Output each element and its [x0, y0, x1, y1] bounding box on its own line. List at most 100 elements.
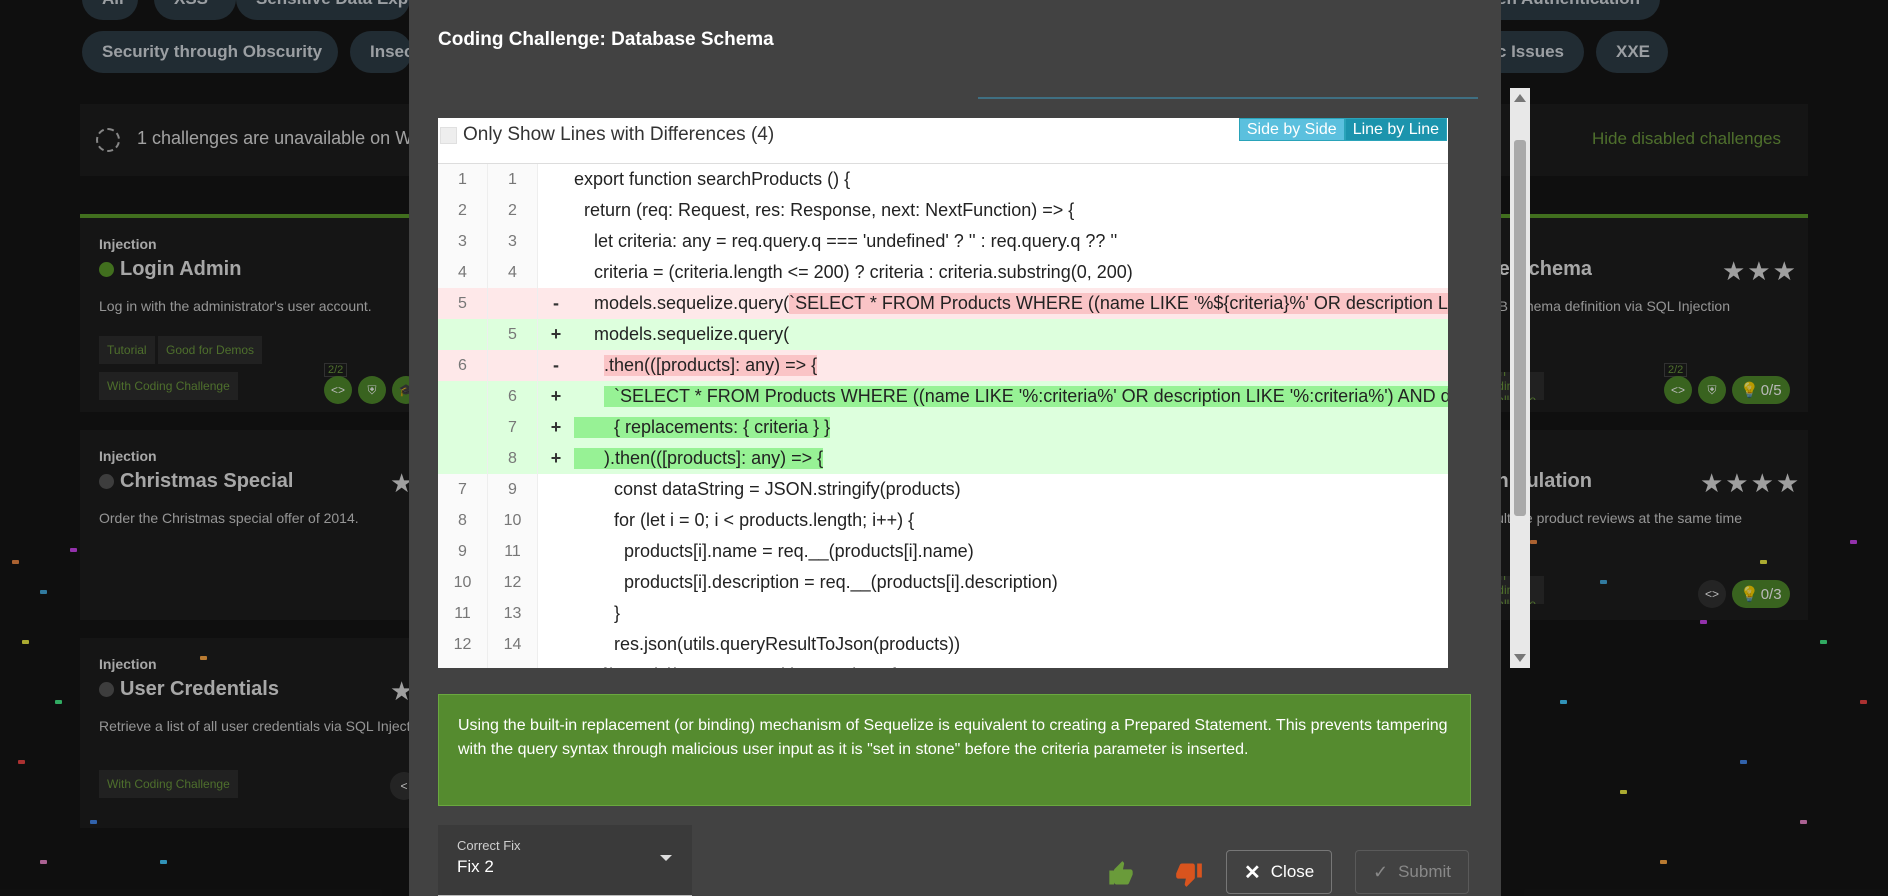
code-line: `SELECT * FROM Products WHERE ((name LIK…	[574, 381, 1448, 412]
code-line: ).then(([products]: any) => {	[574, 443, 1448, 474]
old-line-number: 11	[438, 598, 488, 629]
line-by-line-button[interactable]: Line by Line	[1344, 118, 1447, 141]
code-diff-viewer: Only Show Lines with Differences (4) Sid…	[438, 118, 1448, 668]
dialog-scroll-area[interactable]: Only Show Lines with Differences (4) Sid…	[438, 88, 1530, 668]
old-line-number: 2	[438, 195, 488, 226]
diff-row-inserted: 7 + { replacements: { criteria } }	[438, 412, 1448, 443]
diff-row: 12 14 res.json(utils.queryResultToJson(pr…	[438, 629, 1448, 660]
diff-row-deleted: 5 - models.sequelize.query(`SELECT * FROM…	[438, 288, 1448, 319]
old-line-number: 8	[438, 505, 488, 536]
code-changed-segment: `SELECT * FROM Products WHERE ((name LIK…	[604, 386, 1448, 407]
code-text: export function searchProducts () {	[574, 169, 851, 189]
code-line: criteria = (criteria.length <= 200) ? cr…	[574, 257, 1448, 288]
only-differences-checkbox[interactable]	[440, 127, 457, 144]
code-text: res.json(utils.queryResultToJson(product…	[614, 634, 961, 654]
new-line-number: 15	[488, 660, 538, 668]
old-line-number: 12	[438, 629, 488, 660]
code-line: .then(([products]: any) => {	[574, 350, 1448, 381]
old-line-number	[438, 381, 488, 412]
new-line-number: 2	[488, 195, 538, 226]
scroll-up-arrow-icon[interactable]	[1510, 90, 1530, 106]
diff-operator: +	[550, 448, 562, 468]
code-line: const dataString = JSON.stringify(produc…	[574, 474, 1448, 505]
code-line: models.sequelize.query(`SELECT * FROM Pr…	[574, 288, 1448, 319]
close-button[interactable]: ✕ Close	[1226, 850, 1333, 894]
submit-button[interactable]: ✓ Submit	[1355, 850, 1470, 894]
new-line-number: 3	[488, 226, 538, 257]
new-line-number: 5	[488, 319, 538, 350]
scroll-down-arrow-icon[interactable]	[1510, 650, 1530, 666]
fix-explanation: Using the built-in replacement (or bindi…	[438, 694, 1471, 806]
diff-row: 1 1 export function searchProducts () {	[438, 164, 1448, 195]
code-text: products[i].name = req.__(products[i].na…	[624, 541, 974, 561]
code-line: }).catch((error: ErrorWithParent) => {	[574, 660, 1448, 668]
submit-label: Submit	[1398, 862, 1452, 881]
new-line-number: 6	[488, 381, 538, 412]
code-line: res.json(utils.queryResultToJson(product…	[574, 629, 1448, 660]
diff-row-inserted: 5 + models.sequelize.query(	[438, 319, 1448, 350]
diff-operator	[538, 257, 574, 288]
diff-operator	[538, 195, 574, 226]
code-line: for (let i = 0; i < products.length; i++…	[574, 505, 1448, 536]
new-line-number: 1	[488, 164, 538, 195]
code-text: }).catch((error: ErrorWithParent) => {	[604, 665, 896, 668]
scrollbar-thumb[interactable]	[1514, 140, 1526, 516]
correct-fix-select[interactable]: Correct Fix Fix 2	[438, 825, 692, 896]
code-text: let criteria: any = req.query.q === 'und…	[594, 231, 1118, 251]
diff-operator: +	[550, 417, 562, 437]
diff-row: 11 13 }	[438, 598, 1448, 629]
dialog-scrollbar[interactable]	[1510, 88, 1530, 668]
only-differences-label[interactable]: Only Show Lines with Differences (4)	[463, 124, 774, 146]
diff-row: 8 10 for (let i = 0; i < products.length;…	[438, 505, 1448, 536]
new-line-number: 14	[488, 629, 538, 660]
thumbs-down-button[interactable]	[1171, 856, 1207, 892]
code-line: }	[574, 598, 1448, 629]
coding-challenge-dialog: Coding Challenge: Database Schema Only S…	[409, 0, 1530, 896]
new-line-number: 4	[488, 257, 538, 288]
old-line-number: 1	[438, 164, 488, 195]
new-line-number: 13	[488, 598, 538, 629]
diff-operator	[538, 474, 574, 505]
diff-operator: -	[553, 355, 559, 375]
new-line-number: 12	[488, 567, 538, 598]
diff-operator	[538, 567, 574, 598]
code-text: criteria = (criteria.length <= 200) ? cr…	[594, 262, 1133, 282]
old-line-number: 3	[438, 226, 488, 257]
diff-row: 9 11 products[i].name = req.__(products[i…	[438, 536, 1448, 567]
view-mode-toggle: Side by Side Line by Line	[1238, 118, 1447, 141]
diff-row: 33 let criteria: any = req.query.q === '…	[438, 226, 1448, 257]
diff-operator	[538, 505, 574, 536]
fix-select-value: Fix 2	[457, 857, 494, 876]
diff-header: Only Show Lines with Differences (4) Sid…	[438, 118, 1448, 164]
diff-row: 79 const dataString = JSON.stringify(pro…	[438, 474, 1448, 505]
side-by-side-button[interactable]: Side by Side	[1238, 118, 1345, 141]
diff-operator	[538, 226, 574, 257]
new-line-number	[488, 288, 538, 319]
thumbs-up-button[interactable]	[1103, 856, 1139, 892]
code-text: models.sequelize.query(	[594, 324, 790, 344]
code-line: products[i].description = req.__(product…	[574, 567, 1448, 598]
diff-row: 1315 }).catch((error: ErrorWithParent) =…	[438, 660, 1448, 668]
code-text: products[i].description = req.__(product…	[624, 572, 1058, 592]
diff-rows: 1 1 export function searchProducts () {2 2 …	[438, 164, 1448, 668]
code-line: models.sequelize.query(	[574, 319, 1448, 350]
diff-row-inserted: 8 + ).then(([products]: any) => {	[438, 443, 1448, 474]
code-changed-segment: `SELECT * FROM Products WHERE ((name LIK…	[789, 293, 1448, 314]
old-line-number: 10	[438, 567, 488, 598]
diff-row-deleted: 6 - .then(([products]: any) => {	[438, 350, 1448, 381]
diff-operator: +	[550, 386, 562, 406]
dialog-title: Coding Challenge: Database Schema	[438, 29, 774, 50]
code-line: products[i].name = req.__(products[i].na…	[574, 536, 1448, 567]
old-line-number	[438, 412, 488, 443]
close-icon: ✕	[1244, 861, 1261, 884]
diff-operator	[538, 629, 574, 660]
old-line-number: 6	[438, 350, 488, 381]
